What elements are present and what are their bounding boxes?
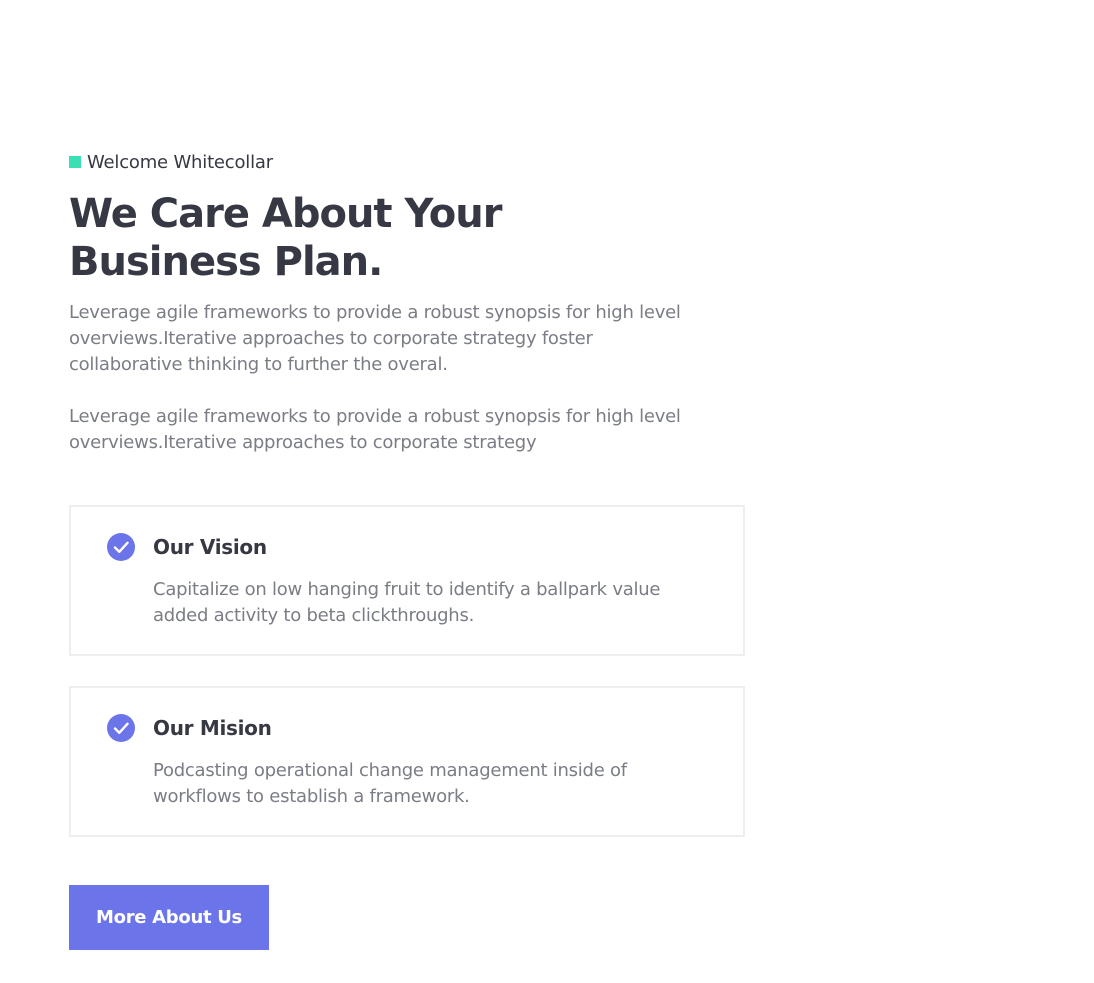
check-circle-icon: [107, 533, 135, 561]
vision-description: Capitalize on low hanging fruit to ident…: [153, 579, 661, 626]
section-heading: We Care About Your Business Plan.: [69, 191, 502, 285]
eyebrow: Welcome Whitecollar: [69, 150, 745, 174]
secondary-paragraph: Leverage agile frameworks to provide a r…: [69, 406, 681, 453]
eyebrow-text: Welcome Whitecollar: [87, 151, 273, 173]
intro-paragraph: Leverage agile frameworks to provide a r…: [69, 302, 681, 375]
mission-description: Podcasting operational change management…: [153, 760, 627, 807]
check-circle-icon: [107, 714, 135, 742]
more-about-us-button[interactable]: More About Us: [69, 885, 269, 950]
about-section: Welcome Whitecollar We Care About Your B…: [69, 150, 745, 950]
vision-title: Our Vision: [153, 535, 267, 559]
mission-card: Our Mision Podcasting operational change…: [69, 686, 745, 837]
eyebrow-marker-icon: [69, 156, 81, 168]
mission-title: Our Mision: [153, 716, 272, 740]
vision-card: Our Vision Capitalize on low hanging fru…: [69, 505, 745, 656]
